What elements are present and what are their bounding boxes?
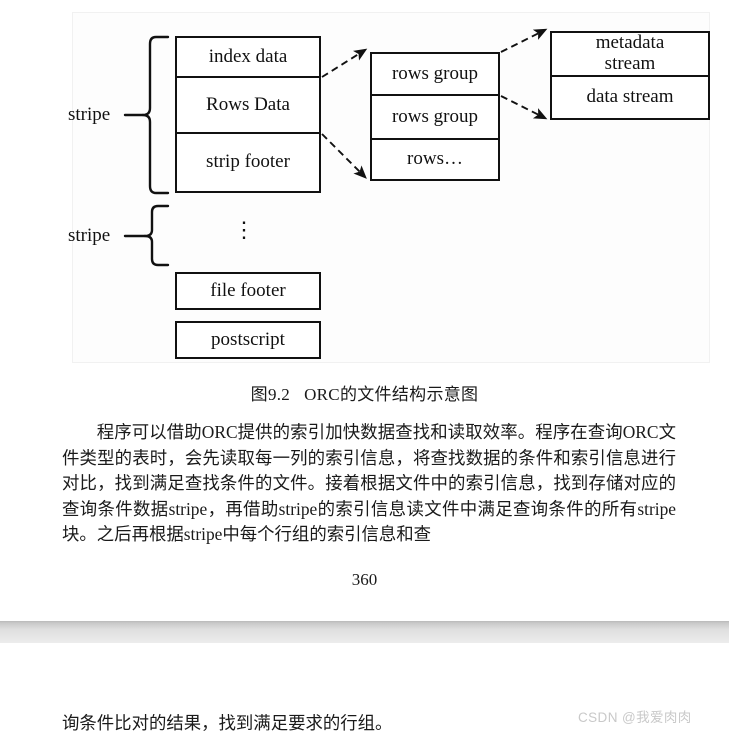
arrow-stripe-to-rows-group-top: [321, 48, 368, 78]
rows-group-row-label: rows…: [407, 148, 463, 170]
figure-caption-text: ORC的文件结构示意图: [304, 385, 479, 404]
rows-group-box-row-2[interactable]: rows group: [370, 96, 500, 140]
stream-box-row-data-stream[interactable]: data stream: [550, 77, 710, 120]
stream-box-row-label-line1: metadata: [595, 32, 665, 54]
stripe-box-row-index-data[interactable]: index data: [175, 36, 321, 78]
rows-group-row-label: rows group: [391, 62, 479, 84]
rows-group-row-label: rows group: [391, 105, 479, 127]
page-break-separator: [0, 621, 729, 643]
stripe-label-2: stripe: [68, 225, 111, 246]
file-footer-box[interactable]: file footer: [175, 272, 321, 310]
stripe-box-row-label: strip footer: [206, 151, 290, 173]
figure-caption-number: 图9.2: [250, 385, 291, 404]
postscript-box[interactable]: postscript: [175, 321, 321, 359]
body-paragraph: 程序可以借助ORC提供的索引加快数据查找和读取效率。程序在查询ORC文件类型的表…: [62, 422, 676, 544]
postscript-label: postscript: [211, 328, 285, 350]
arrow-rows-group-to-stream-bottom: [500, 95, 548, 120]
rows-group-box-row-1[interactable]: rows group: [370, 52, 500, 96]
arrow-stripe-to-rows-group-bottom: [321, 133, 367, 179]
page-number: 360: [351, 570, 378, 589]
stream-box-row-label: data stream: [586, 86, 674, 108]
stream-box-row-label-line2: stream: [604, 53, 656, 74]
stripe-box-row-strip-footer[interactable]: strip footer: [175, 134, 321, 193]
stripe-box-row-label: index data: [208, 45, 288, 67]
stripe-box-row-label: Rows Data: [206, 93, 290, 115]
rows-group-box-row-3[interactable]: rows…: [370, 140, 500, 181]
csdn-watermark: CSDN @我爱肉肉: [578, 710, 692, 725]
stripe-box-row-rows-data[interactable]: Rows Data: [175, 78, 321, 134]
brace-stripe-1: [123, 35, 170, 195]
arrow-rows-group-to-stream-top: [500, 28, 548, 53]
brace-stripe-2: [123, 204, 170, 267]
stream-box-row-metadata-stream[interactable]: metadata stream: [550, 31, 710, 77]
body-text-block: 程序可以借助ORC提供的索引加快数据查找和读取效率。程序在查询ORC文件类型的表…: [62, 420, 676, 548]
figure-caption: 图9.2 ORC的文件结构示意图: [0, 380, 729, 405]
vertical-ellipsis-icon: ⋮: [233, 217, 255, 242]
stripe-label-1: stripe: [68, 104, 111, 125]
file-footer-label: file footer: [210, 279, 286, 301]
